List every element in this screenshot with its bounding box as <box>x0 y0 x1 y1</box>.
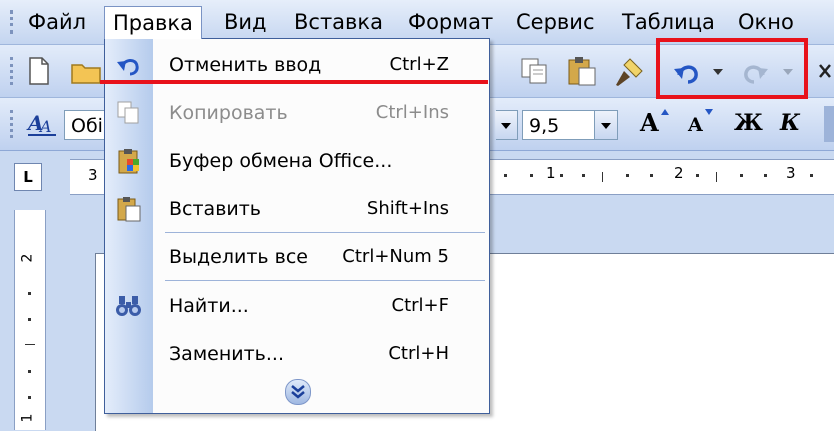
ruler-number: 3 <box>786 164 796 182</box>
undo-icon <box>117 59 139 76</box>
toolbar-overflow[interactable] <box>824 106 834 142</box>
expand-menu-button[interactable] <box>285 379 311 405</box>
ruler-number: 1 <box>19 413 36 423</box>
format-painter-icon[interactable] <box>612 55 646 89</box>
italic-button[interactable]: К <box>780 110 800 136</box>
menu-item-select-all[interactable]: Выделить все Ctrl+Num 5 <box>105 235 489 279</box>
ruler-number: 1 <box>546 164 556 182</box>
font-dropdown[interactable] <box>495 110 518 140</box>
menu-item-office-clipboard[interactable]: Буфер обмена Office... <box>105 139 489 183</box>
highlight-box <box>656 38 808 99</box>
styles-icon[interactable]: A A <box>26 108 60 138</box>
grow-font-button[interactable]: A <box>640 108 659 137</box>
menu-file[interactable]: Файл <box>20 8 94 36</box>
menu-separator <box>165 280 485 281</box>
clipboard-office-icon <box>118 149 139 174</box>
menu-edit[interactable]: Правка <box>104 6 202 39</box>
menu-item-shortcut: Ctrl+Ins <box>375 102 449 123</box>
menu-item-paste[interactable]: Вставить Shift+Ins <box>105 187 489 231</box>
ruler-number: 2 <box>19 253 36 263</box>
menu-item-label: Вставить <box>169 198 262 220</box>
bold-button[interactable]: Ж <box>734 110 763 136</box>
menu-item-shortcut: Ctrl+H <box>388 343 449 364</box>
menu-item-replace[interactable]: Заменить... Ctrl+H <box>105 332 489 376</box>
menu-view[interactable]: Вид <box>216 8 275 36</box>
svg-text:A: A <box>38 117 52 136</box>
menu-item-label: Буфер обмена Office... <box>169 150 393 172</box>
shrink-font-button[interactable]: A <box>688 114 703 136</box>
style-combo[interactable]: Обі <box>64 110 106 140</box>
edit-menu-dropdown: Отменить ввод Ctrl+Z Копировать Ctrl+Ins… <box>104 38 490 414</box>
menu-item-find[interactable]: Найти... Ctrl+F <box>105 284 489 328</box>
ruler-number: 3 <box>88 166 98 184</box>
menu-table[interactable]: Таблица <box>614 8 723 36</box>
chevron-down-icon[interactable] <box>495 111 517 139</box>
copy-icon <box>117 101 139 124</box>
menu-item-label: Копировать <box>169 102 288 124</box>
close-icon[interactable] <box>818 63 832 79</box>
menu-item-label: Заменить... <box>169 343 285 365</box>
paste-icon <box>117 197 141 222</box>
menu-separator <box>165 232 485 233</box>
menu-window[interactable]: Окно <box>730 8 802 36</box>
menu-tools[interactable]: Сервис <box>508 8 602 36</box>
vertical-ruler[interactable]: 2 1 <box>14 210 46 430</box>
tab-selector[interactable]: L <box>14 163 42 191</box>
arrow-down-icon <box>705 109 713 115</box>
ruler-ticks: 1 2 3 <box>490 160 834 194</box>
paste-icon[interactable] <box>566 55 598 87</box>
double-chevron-down-icon <box>291 385 305 399</box>
menu-format[interactable]: Формат <box>400 8 501 36</box>
highlight-underline <box>100 80 488 84</box>
style-combo-value: Обі <box>71 115 103 137</box>
menu-item-copy: Копировать Ctrl+Ins <box>105 91 489 135</box>
copy-icon[interactable] <box>520 57 550 85</box>
new-document-icon[interactable] <box>28 57 50 85</box>
menu-insert[interactable]: Вставка <box>286 8 391 36</box>
chevron-down-icon[interactable] <box>594 111 617 139</box>
menu-item-shortcut: Ctrl+F <box>391 295 449 316</box>
ruler-number: 2 <box>674 164 684 182</box>
font-size-value: 9,5 <box>529 115 560 137</box>
menubar-grip[interactable] <box>10 10 17 34</box>
toolbar-grip[interactable] <box>10 57 17 85</box>
open-folder-icon[interactable] <box>70 57 104 85</box>
menu-item-shortcut: Ctrl+Num 5 <box>342 246 449 267</box>
arrow-up-icon <box>661 109 669 115</box>
binoculars-icon <box>116 296 141 316</box>
menu-item-shortcut: Shift+Ins <box>366 198 449 219</box>
toolbar-grip[interactable] <box>10 110 17 138</box>
menu-item-label: Выделить все <box>169 246 308 268</box>
menu-item-label: Найти... <box>169 295 249 317</box>
font-size-combo[interactable]: 9,5 <box>522 110 618 140</box>
